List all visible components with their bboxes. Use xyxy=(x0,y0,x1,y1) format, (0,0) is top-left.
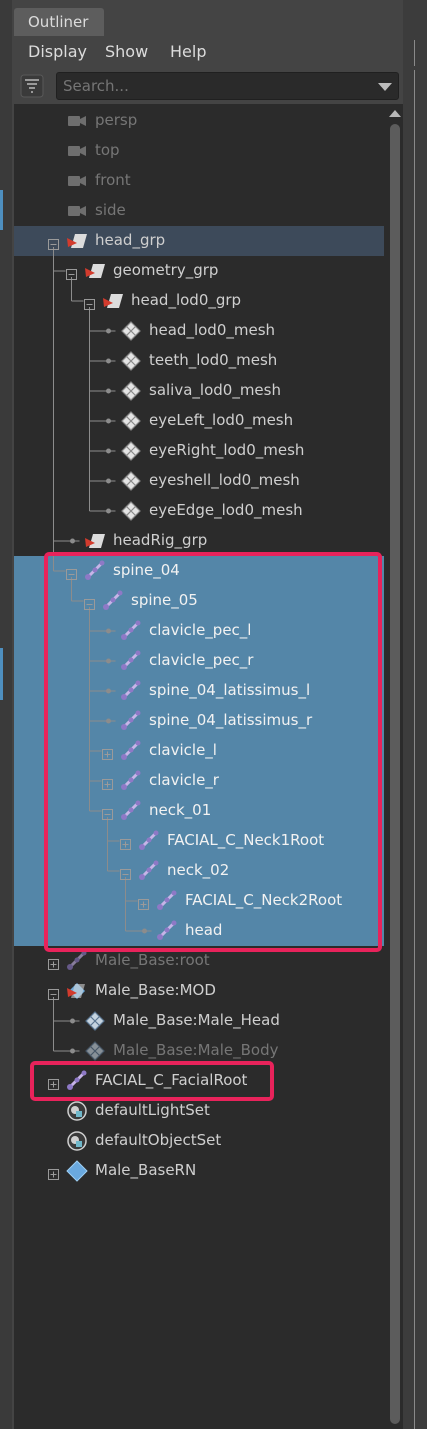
group-icon xyxy=(66,230,88,252)
tree-row-label: saliva_lod0_mesh xyxy=(149,381,281,399)
group-icon xyxy=(84,530,106,552)
mesh-icon xyxy=(120,410,142,432)
tree-row-label: eyeEdge_lod0_mesh xyxy=(149,501,303,519)
tree-row-label: teeth_lod0_mesh xyxy=(149,351,278,369)
tree-row[interactable]: geometry_grp xyxy=(14,256,384,286)
mesh-icon xyxy=(120,320,142,342)
search-dropdown-arrow-icon[interactable] xyxy=(378,83,392,91)
tree-row[interactable]: eyeRight_lod0_mesh xyxy=(14,436,384,466)
collapse-icon[interactable] xyxy=(48,235,59,250)
mesh-icon xyxy=(120,470,142,492)
tree-row-label: Male_Base:Male_Body xyxy=(113,1041,279,1059)
group-mesh-icon xyxy=(66,980,88,1002)
collapse-icon[interactable] xyxy=(84,295,95,310)
tab-outliner[interactable]: Outliner xyxy=(14,8,104,36)
tree-row[interactable]: eyeshell_lod0_mesh xyxy=(14,466,384,496)
expand-icon[interactable] xyxy=(48,1165,59,1180)
group-icon xyxy=(84,260,106,282)
mesh-blue-icon xyxy=(84,1040,106,1062)
tree-row-label: head_lod0_mesh xyxy=(149,321,276,339)
tree-row-label: defaultLightSet xyxy=(95,1101,210,1119)
menu-help[interactable]: Help xyxy=(170,42,206,61)
menu-show[interactable]: Show xyxy=(105,42,148,61)
search-row xyxy=(14,68,403,104)
camera-icon xyxy=(66,140,88,162)
camera-icon xyxy=(66,170,88,192)
scrollbar-thumb[interactable] xyxy=(390,124,400,1424)
group-icon xyxy=(102,290,124,312)
set-icon xyxy=(66,1130,88,1152)
mesh-icon xyxy=(120,380,142,402)
tree-row-label: front xyxy=(95,171,131,189)
left-dock-strip xyxy=(0,0,12,1429)
left-dock-marker-top xyxy=(0,190,3,230)
tree-row-label: top xyxy=(95,141,120,159)
tree-row[interactable]: Male_BaseRN xyxy=(14,1156,384,1186)
right-dock-divider-top xyxy=(414,40,415,66)
right-dock-divider-bottom xyxy=(414,70,415,1429)
tree-row-label: Male_Base:Male_Head xyxy=(113,1011,280,1029)
tree-row[interactable]: saliva_lod0_mesh xyxy=(14,376,384,406)
camera-icon xyxy=(66,200,88,222)
vertical-scrollbar[interactable] xyxy=(386,106,403,1429)
mesh-icon xyxy=(120,440,142,462)
tree-row[interactable]: head_lod0_mesh xyxy=(14,316,384,346)
menu-display[interactable]: Display xyxy=(28,42,87,61)
tree-row[interactable]: top xyxy=(14,136,384,166)
tree-row-label: side xyxy=(95,201,126,219)
set-icon xyxy=(66,1100,88,1122)
search-input[interactable] xyxy=(56,72,399,100)
scroll-up-arrow-icon[interactable] xyxy=(389,110,401,117)
filter-icon[interactable] xyxy=(20,74,44,98)
collapse-icon[interactable] xyxy=(66,265,77,280)
tree-row-label: Male_Base:root xyxy=(95,951,210,969)
expand-icon[interactable] xyxy=(48,955,59,970)
mesh-icon xyxy=(120,350,142,372)
tree-row-label: headRig_grp xyxy=(113,531,208,549)
tree-row-label: Male_BaseRN xyxy=(95,1161,197,1179)
camera-icon xyxy=(66,110,88,132)
tree-row[interactable]: Male_Base:MOD xyxy=(14,976,384,1006)
mesh-blue-icon xyxy=(84,1010,106,1032)
right-dock-strip xyxy=(403,0,427,1429)
tree-row-label: Male_Base:MOD xyxy=(95,981,216,999)
joint-icon xyxy=(66,950,88,972)
tree-row[interactable]: Male_Base:Male_Head xyxy=(14,1006,384,1036)
tree-row-label: eyeRight_lod0_mesh xyxy=(149,441,305,459)
menu-bar: Display Show Help xyxy=(14,36,403,68)
tree-row-label: geometry_grp xyxy=(113,261,219,279)
reference-icon xyxy=(66,1160,88,1182)
outliner-tree: persp top front side head_grp geometry_grphea… xyxy=(14,106,384,1429)
annotation-box-facialroot xyxy=(30,1061,274,1101)
mesh-icon xyxy=(120,500,142,522)
tree-row[interactable]: head_grp xyxy=(14,226,384,256)
tree-row[interactable]: side xyxy=(14,196,384,226)
tree-row-label: head_grp xyxy=(95,231,166,249)
annotation-box-spine xyxy=(44,552,382,952)
tree-row[interactable]: front xyxy=(14,166,384,196)
tree-row[interactable]: head_lod0_grp xyxy=(14,286,384,316)
outliner-panel: Display Show Help persp top front side head_… xyxy=(14,36,403,1429)
tree-row-label: eyeLeft_lod0_mesh xyxy=(149,411,294,429)
left-dock-marker-bottom xyxy=(0,648,3,700)
tree-row-label: defaultObjectSet xyxy=(95,1131,222,1149)
tree-row[interactable]: eyeLeft_lod0_mesh xyxy=(14,406,384,436)
tree-row[interactable]: persp xyxy=(14,106,384,136)
tree-row[interactable]: defaultObjectSet xyxy=(14,1126,384,1156)
collapse-icon[interactable] xyxy=(48,985,59,1000)
tree-row[interactable]: teeth_lod0_mesh xyxy=(14,346,384,376)
tree-row[interactable]: eyeEdge_lod0_mesh xyxy=(14,496,384,526)
tree-row-label: head_lod0_grp xyxy=(131,291,242,309)
tree-row-label: eyeshell_lod0_mesh xyxy=(149,471,300,489)
tree-row-label: persp xyxy=(95,111,138,129)
